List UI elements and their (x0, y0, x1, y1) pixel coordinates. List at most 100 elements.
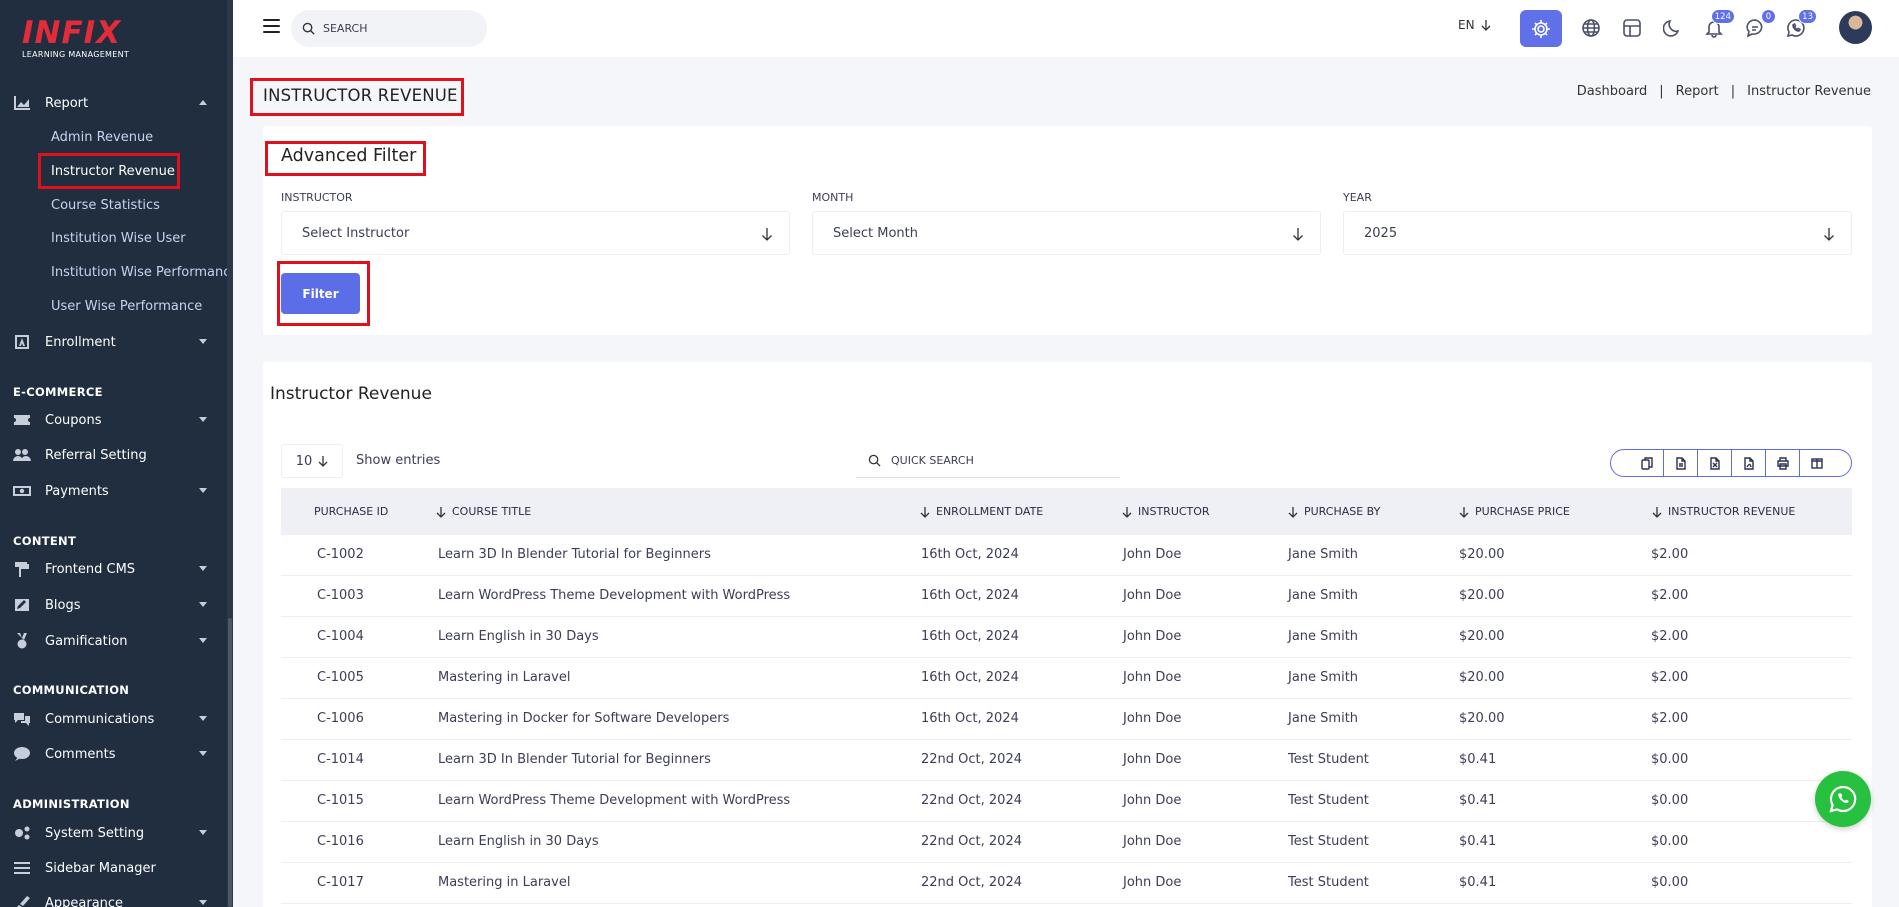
scrollbar-thumb[interactable] (228, 618, 232, 907)
sort-arrow-icon (1288, 506, 1298, 518)
whatsapp-chat-button[interactable] (1815, 771, 1871, 827)
chip-icon-button[interactable] (1520, 10, 1562, 47)
sidebar-item-frontend-cms[interactable]: Frontend CMS (0, 554, 227, 584)
sidebar-item-sidebar-manager[interactable]: Sidebar Manager (0, 853, 227, 883)
sidebar-item-label: Appearance (45, 895, 124, 907)
breadcrumb-report[interactable]: Report (1676, 84, 1719, 99)
sidebar-item-report[interactable]: Report (0, 88, 227, 118)
page-title: INSTRUCTOR REVENUE (263, 86, 458, 105)
menu-toggle-icon[interactable] (263, 19, 280, 33)
filter-button[interactable]: Filter (281, 273, 360, 314)
layout-icon (1623, 19, 1641, 37)
sidebar-subitem-institution-wise-performance[interactable]: Institution Wise Performance (51, 263, 233, 283)
sidebar-subitem-institution-wise-user[interactable]: Institution Wise User (51, 229, 186, 249)
layout-icon-button[interactable] (1617, 13, 1647, 43)
print-button[interactable] (1766, 450, 1800, 476)
sidebar-subitem-instructor-revenue[interactable]: Instructor Revenue (51, 162, 175, 182)
column-header-purchase-id[interactable]: PURCHASE ID (314, 505, 388, 518)
avatar[interactable] (1839, 11, 1872, 44)
cell-instructor-revenue: $0.00 (1651, 875, 1689, 890)
year-select[interactable]: 2025 (1343, 211, 1852, 255)
sidebar: INFIX LEARNING MANAGEMENT Report Admin R… (0, 0, 233, 907)
sidebar-item-appearance[interactable]: Appearance (0, 888, 227, 907)
column-header-label: PURCHASE ID (314, 505, 389, 518)
cell-purchase-by: Test Student (1288, 793, 1369, 808)
column-header-enrollment-date[interactable]: ENROLLMENT DATE (920, 505, 1043, 518)
notifications-button[interactable]: 124 (1699, 9, 1735, 43)
sidebar-item-gamification[interactable]: Gamification (0, 626, 227, 656)
columns-icon (1811, 457, 1823, 469)
export-excel-button[interactable] (1698, 450, 1732, 476)
search-input[interactable] (323, 22, 473, 35)
ticket-icon (13, 412, 31, 428)
sidebar-item-system-setting[interactable]: System Setting (0, 818, 227, 848)
breadcrumb-dashboard[interactable]: Dashboard (1577, 84, 1648, 99)
quick-search (856, 444, 1120, 478)
cell-enrollment-date: 16th Oct, 2024 (921, 629, 1019, 644)
column-header-instructor-revenue[interactable]: INSTRUCTOR REVENUE (1652, 505, 1795, 518)
cell-purchase-id: C-1003 (317, 588, 364, 603)
section-title-content: CONTENT (13, 534, 77, 548)
sidebar-item-comments[interactable]: Comments (0, 739, 227, 769)
cell-instructor: John Doe (1123, 670, 1182, 685)
cell-instructor: John Doe (1123, 752, 1182, 767)
column-header-purchase-price[interactable]: PURCHASE PRICE (1459, 505, 1570, 518)
sidebar-subitem-user-wise-performance[interactable]: User Wise Performance (51, 297, 202, 317)
cell-purchase-price: $0.41 (1459, 793, 1497, 808)
cell-course-title: Mastering in Laravel (438, 875, 571, 890)
language-label: EN (1458, 18, 1475, 32)
column-header-course-title[interactable]: COURSE TITLE (436, 505, 531, 518)
cell-instructor: John Doe (1123, 711, 1182, 726)
logo[interactable]: INFIX LEARNING MANAGEMENT (22, 16, 129, 59)
cell-course-title: Learn WordPress Theme Development with W… (438, 793, 791, 808)
sidebar-subitem-course-statistics[interactable]: Course Statistics (51, 196, 160, 216)
cell-purchase-id: C-1004 (317, 629, 364, 644)
column-header-purchase-by[interactable]: PURCHASE BY (1288, 505, 1380, 518)
sidebar-item-label: Report (45, 95, 89, 111)
table-row: C-1004 Learn English in 30 Days 16th Oct, … (281, 617, 1852, 658)
month-select[interactable]: Select Month (812, 211, 1321, 255)
cell-purchase-id: C-1005 (317, 670, 364, 685)
messages-button[interactable]: 0 (1740, 9, 1776, 43)
export-pdf-button[interactable] (1732, 450, 1766, 476)
instructor-select[interactable]: Select Instructor (281, 211, 790, 255)
whatsapp-icon (1829, 785, 1857, 813)
entries-select[interactable]: 10 (281, 444, 343, 478)
table-row: C-1006 Mastering in Docker for Software D… (281, 699, 1852, 740)
export-toolbar (1610, 449, 1852, 477)
language-selector[interactable]: EN (1458, 18, 1491, 32)
instructor-revenue-card: Instructor Revenue 10 Show entries PURCH… (263, 362, 1872, 907)
sidebar-item-communications[interactable]: Communications (0, 704, 227, 734)
table-row: C-1003 Learn WordPress Theme Development … (281, 576, 1852, 617)
enrollment-icon (13, 334, 31, 350)
sidebar-scrollbar[interactable] (227, 0, 233, 907)
globe-icon-button[interactable] (1576, 13, 1606, 43)
dark-mode-icon-button[interactable] (1658, 13, 1688, 43)
cell-purchase-price: $20.00 (1459, 588, 1505, 603)
sidebar-item-coupons[interactable]: Coupons (0, 405, 227, 435)
chevron-up-icon (199, 100, 207, 105)
whatsapp-messages-button[interactable]: 13 (1781, 9, 1817, 43)
copy-button[interactable] (1630, 450, 1664, 476)
sidebar-item-enrollment[interactable]: Enrollment (0, 327, 227, 357)
column-header-label: PURCHASE BY (1304, 505, 1381, 518)
cell-course-title: Learn English in 30 Days (438, 834, 599, 849)
sidebar-item-payments[interactable]: Payments (0, 476, 227, 506)
sidebar-item-referral-setting[interactable]: Referral Setting (0, 440, 227, 470)
table-title: Instructor Revenue (270, 384, 432, 404)
export-csv-button[interactable] (1664, 450, 1698, 476)
search-icon (868, 454, 881, 467)
sidebar-item-label: Payments (45, 483, 109, 499)
column-header-instructor[interactable]: INSTRUCTOR (1122, 505, 1210, 518)
column-visibility-button[interactable] (1800, 450, 1834, 476)
sort-arrow-icon (1652, 506, 1662, 518)
quick-search-input[interactable] (891, 454, 1091, 467)
sidebar-subitem-admin-revenue[interactable]: Admin Revenue (51, 128, 153, 148)
chip-icon (1532, 19, 1550, 38)
month-select-value: Select Month (833, 225, 918, 241)
global-search (291, 10, 487, 47)
sidebar-item-blogs[interactable]: Blogs (0, 590, 227, 620)
messages-badge: 0 (1761, 9, 1776, 24)
paint-roller-icon (13, 561, 31, 577)
comment-icon (13, 746, 31, 762)
